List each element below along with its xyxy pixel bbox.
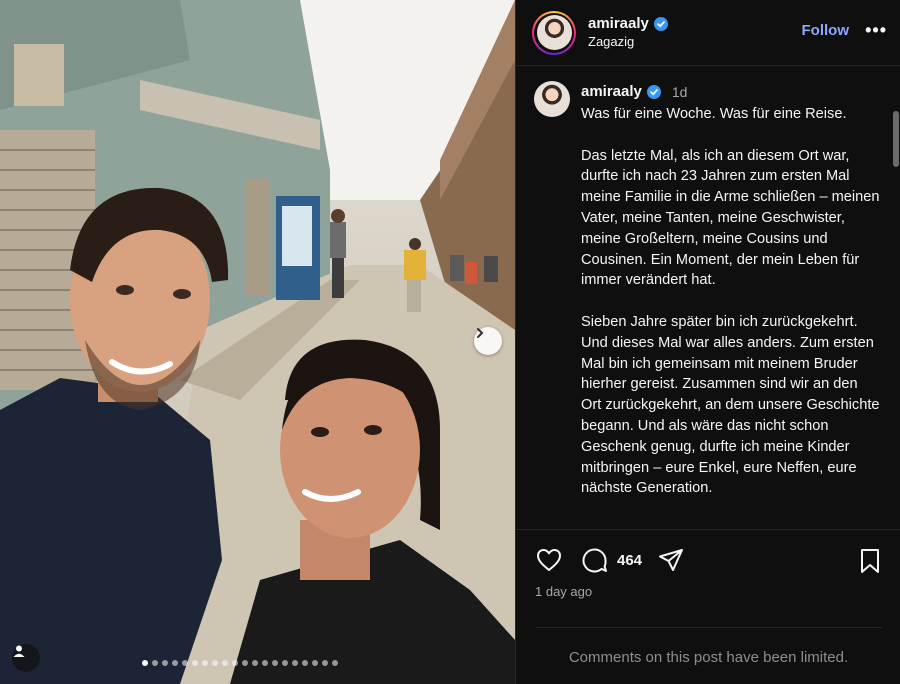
caption-avatar[interactable] (534, 81, 570, 117)
carousel-dot (172, 660, 178, 666)
carousel-dot (332, 660, 338, 666)
carousel-dots (142, 660, 338, 666)
caption-scrollbar[interactable] (893, 111, 899, 167)
heart-icon[interactable] (535, 547, 563, 573)
carousel-dot (312, 660, 318, 666)
carousel-dot (142, 660, 148, 666)
caption-text: Was für eine Woche. Was für eine Reise. … (581, 104, 881, 520)
caption-time[interactable]: 1d (672, 84, 688, 100)
username-link[interactable]: amiraaly (588, 15, 649, 34)
caption-section: amiraaly 1d Was für eine Woche. Was für … (516, 67, 900, 530)
comments-limited-notice: Comments on this post have been limited. (568, 649, 849, 666)
share-icon[interactable] (657, 547, 685, 573)
comment-icon[interactable] (581, 547, 609, 575)
avatar-border (534, 12, 574, 53)
user-icon (13, 645, 25, 657)
header-text: amiraaly Zagazig (588, 15, 668, 50)
carousel-dot (182, 660, 188, 666)
location-link[interactable]: Zagazig (588, 34, 668, 50)
caption-paragraph: Sieben Jahre später bin ich zurückgekehr… (581, 313, 880, 497)
post-header: amiraaly Zagazig Follow ••• (516, 0, 900, 66)
carousel-dot (322, 660, 328, 666)
avatar (536, 15, 572, 50)
carousel-dot (222, 660, 228, 666)
verified-badge-icon (653, 17, 668, 32)
carousel-dot (162, 660, 168, 666)
carousel-dot (152, 660, 158, 666)
carousel-dot (192, 660, 198, 666)
caption-username[interactable]: amiraaly (581, 83, 642, 100)
tagged-users-button[interactable] (12, 644, 40, 672)
carousel-dot (302, 660, 308, 666)
comment-count: 464 (617, 552, 643, 569)
post-side-panel: amiraaly Zagazig Follow ••• amiraaly 1d … (515, 0, 900, 684)
chevron-right-icon (477, 328, 484, 338)
verified-badge-icon (646, 84, 661, 99)
avatar-story-ring[interactable] (532, 10, 576, 55)
photo-illustration (0, 0, 515, 684)
follow-button[interactable]: Follow (802, 22, 850, 39)
carousel-dot (292, 660, 298, 666)
post-timestamp[interactable]: 1 day ago (535, 584, 592, 599)
divider (536, 627, 882, 628)
post-photo (0, 0, 515, 684)
carousel-dot (262, 660, 268, 666)
carousel-dot (242, 660, 248, 666)
caption-paragraph: Was für eine Woche. Was für eine Reise. (581, 106, 847, 122)
carousel-dot (232, 660, 238, 666)
more-options-button[interactable]: ••• (865, 20, 887, 41)
caption-header: amiraaly 1d (581, 83, 687, 100)
carousel-dot (282, 660, 288, 666)
carousel-dot (212, 660, 218, 666)
caption-paragraph: Das letzte Mal, als ich an diesem Ort wa… (581, 147, 880, 289)
bookmark-icon[interactable] (858, 547, 882, 575)
carousel-dot (272, 660, 278, 666)
action-bar: 464 (516, 543, 900, 577)
username-row: amiraaly (588, 15, 668, 34)
carousel-dot (202, 660, 208, 666)
carousel-dot (252, 660, 258, 666)
next-slide-button[interactable] (474, 327, 502, 355)
